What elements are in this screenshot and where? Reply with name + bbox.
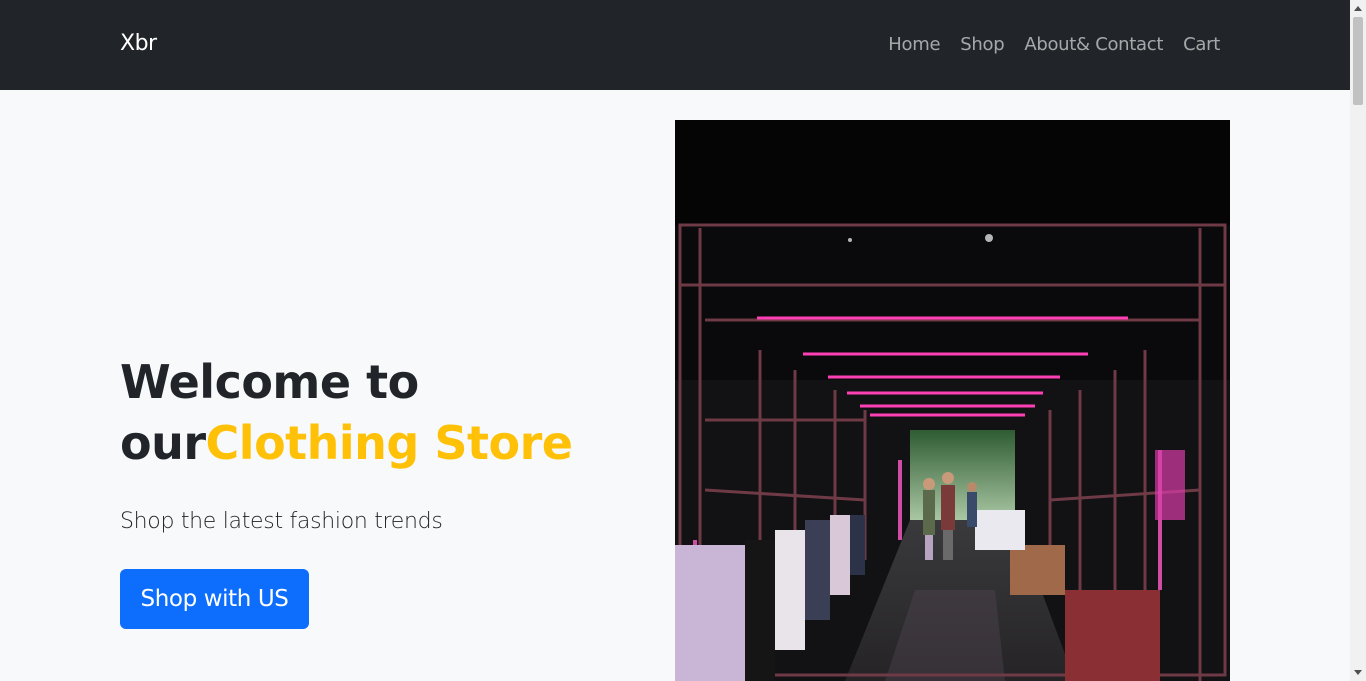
nav-item-home: Home	[888, 34, 940, 55]
scroll-up-arrow-icon[interactable]	[1354, 6, 1362, 11]
nav-link-home[interactable]: Home	[888, 34, 940, 55]
store-interior-illustration	[675, 120, 1230, 681]
headline-accent: Clothing Store	[205, 416, 573, 470]
nav-item-about-contact: About& Contact	[1024, 34, 1163, 55]
nav-link-shop[interactable]: Shop	[960, 34, 1004, 55]
scrollbar-thumb[interactable]	[1353, 17, 1363, 105]
hero-headline: Welcome to ourClothing Store	[120, 352, 640, 474]
scroll-down-arrow-icon[interactable]	[1354, 670, 1362, 675]
nav-link-about-contact[interactable]: About& Contact	[1024, 34, 1163, 55]
store-interior-image	[675, 120, 1230, 681]
navbar: Xbr Home Shop About& Contact Cart	[0, 0, 1350, 90]
headline-prefix: our	[120, 416, 206, 470]
hero-subtitle: Shop the latest fashion trends	[120, 509, 443, 534]
page-scrollbar[interactable]	[1350, 0, 1366, 681]
hero-text: Welcome to ourClothing Store Shop the la…	[120, 352, 640, 629]
nav-menu: Home Shop About& Contact Cart	[888, 34, 1220, 55]
nav-item-shop: Shop	[960, 34, 1004, 55]
shop-with-us-button[interactable]: Shop with US	[120, 569, 309, 629]
nav-item-cart: Cart	[1183, 34, 1220, 55]
nav-link-cart[interactable]: Cart	[1183, 34, 1220, 55]
headline-line-1: Welcome to	[120, 355, 419, 409]
brand-logo[interactable]: Xbr	[120, 31, 157, 56]
